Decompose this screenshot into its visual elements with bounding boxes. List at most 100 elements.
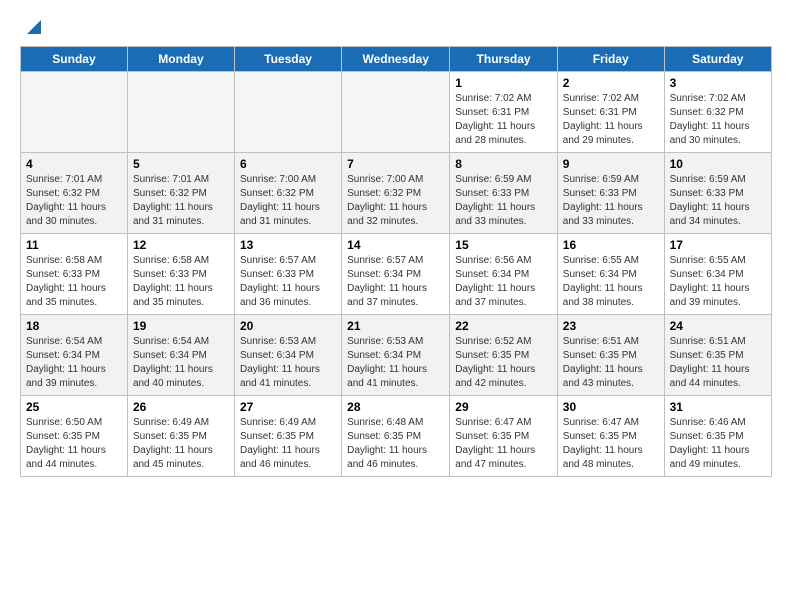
day-number: 2	[563, 76, 659, 90]
calendar-day-cell: 17Sunrise: 6:55 AM Sunset: 6:34 PM Dayli…	[664, 234, 771, 315]
calendar-week-row: 25 Sunrise: 6:50 AM Sunset: 6:35 PM Dayli…	[21, 396, 772, 477]
day-number: 22	[455, 319, 552, 333]
day-info: Sunrise: 6:55 AM Sunset: 6:34 PM Dayligh…	[563, 254, 659, 310]
day-info: Sunrise: 6:47 AM Sunset: 6:35 PM Dayligh…	[563, 416, 659, 472]
day-number: 12	[133, 238, 229, 252]
day-info: Sunrise: 7:00 AM Sunset: 6:32 PM Dayligh…	[347, 173, 444, 229]
day-info: Sunrise: 7:00 AM Sunset: 6:32 PM Dayligh…	[240, 173, 336, 229]
day-info: Sunrise: 6:48 AM Sunset: 6:35 PM Dayligh…	[347, 416, 444, 472]
calendar-day-cell: 31 Sunrise: 6:46 AM Sunset: 6:35 PM Dayli…	[664, 396, 771, 477]
day-info: Sunrise: 7:02 AM Sunset: 6:31 PM Dayligh…	[455, 92, 552, 148]
day-info: Sunrise: 6:57 AM Sunset: 6:33 PM Dayligh…	[240, 254, 336, 310]
calendar-day-cell: 16 Sunrise: 6:55 AM Sunset: 6:34 PM Dayli…	[557, 234, 664, 315]
day-number: 16	[563, 238, 659, 252]
calendar-day-cell: 29 Sunrise: 6:47 AM Sunset: 6:35 PM Dayli…	[450, 396, 558, 477]
day-info: Sunrise: 6:56 AM Sunset: 6:34 PM Dayligh…	[455, 254, 552, 310]
calendar-day-cell: 24 Sunrise: 6:51 AM Sunset: 6:35 PM Dayli…	[664, 315, 771, 396]
calendar-day-cell: 25 Sunrise: 6:50 AM Sunset: 6:35 PM Dayli…	[21, 396, 128, 477]
day-info: Sunrise: 7:02 AM Sunset: 6:31 PM Dayligh…	[563, 92, 659, 148]
day-info: Sunrise: 6:55 AM Sunset: 6:34 PM Dayligh…	[670, 254, 766, 310]
calendar-weekday-friday: Friday	[557, 47, 664, 72]
day-number: 29	[455, 400, 552, 414]
calendar-weekday-monday: Monday	[127, 47, 234, 72]
calendar-day-cell: 3 Sunrise: 7:02 AM Sunset: 6:32 PM Daylig…	[664, 72, 771, 153]
day-info: Sunrise: 7:01 AM Sunset: 6:32 PM Dayligh…	[133, 173, 229, 229]
calendar-day-cell: 15 Sunrise: 6:56 AM Sunset: 6:34 PM Dayli…	[450, 234, 558, 315]
calendar-day-cell: 9 Sunrise: 6:59 AM Sunset: 6:33 PM Daylig…	[557, 153, 664, 234]
day-info: Sunrise: 6:58 AM Sunset: 6:33 PM Dayligh…	[133, 254, 229, 310]
day-number: 13	[240, 238, 336, 252]
day-number: 15	[455, 238, 552, 252]
day-number: 10	[670, 157, 766, 171]
calendar-day-cell	[342, 72, 450, 153]
day-number: 30	[563, 400, 659, 414]
calendar-day-cell: 2 Sunrise: 7:02 AM Sunset: 6:31 PM Daylig…	[557, 72, 664, 153]
calendar-day-cell: 26 Sunrise: 6:49 AM Sunset: 6:35 PM Dayli…	[127, 396, 234, 477]
day-info: Sunrise: 6:49 AM Sunset: 6:35 PM Dayligh…	[133, 416, 229, 472]
calendar-day-cell: 7 Sunrise: 7:00 AM Sunset: 6:32 PM Daylig…	[342, 153, 450, 234]
calendar-weekday-sunday: Sunday	[21, 47, 128, 72]
day-number: 25	[26, 400, 122, 414]
calendar-weekday-wednesday: Wednesday	[342, 47, 450, 72]
day-number: 24	[670, 319, 766, 333]
day-info: Sunrise: 6:53 AM Sunset: 6:34 PM Dayligh…	[240, 335, 336, 391]
calendar-day-cell: 27 Sunrise: 6:49 AM Sunset: 6:35 PM Dayli…	[234, 396, 341, 477]
day-number: 20	[240, 319, 336, 333]
calendar-day-cell: 22 Sunrise: 6:52 AM Sunset: 6:35 PM Dayli…	[450, 315, 558, 396]
calendar-day-cell: 8Sunrise: 6:59 AM Sunset: 6:33 PM Daylig…	[450, 153, 558, 234]
day-info: Sunrise: 6:51 AM Sunset: 6:35 PM Dayligh…	[670, 335, 766, 391]
day-info: Sunrise: 6:59 AM Sunset: 6:33 PM Dayligh…	[563, 173, 659, 229]
day-info: Sunrise: 6:58 AM Sunset: 6:33 PM Dayligh…	[26, 254, 122, 310]
day-info: Sunrise: 6:49 AM Sunset: 6:35 PM Dayligh…	[240, 416, 336, 472]
calendar-day-cell: 23 Sunrise: 6:51 AM Sunset: 6:35 PM Dayli…	[557, 315, 664, 396]
calendar-table: SundayMondayTuesdayWednesdayThursdayFrid…	[20, 46, 772, 477]
calendar-day-cell: 19 Sunrise: 6:54 AM Sunset: 6:34 PM Dayli…	[127, 315, 234, 396]
calendar-body: 1Sunrise: 7:02 AM Sunset: 6:31 PM Daylig…	[21, 72, 772, 477]
calendar-day-cell: 21Sunrise: 6:53 AM Sunset: 6:34 PM Dayli…	[342, 315, 450, 396]
day-number: 19	[133, 319, 229, 333]
calendar-day-cell	[234, 72, 341, 153]
calendar-week-row: 1Sunrise: 7:02 AM Sunset: 6:31 PM Daylig…	[21, 72, 772, 153]
day-info: Sunrise: 6:59 AM Sunset: 6:33 PM Dayligh…	[670, 173, 766, 229]
calendar-day-cell: 18 Sunrise: 6:54 AM Sunset: 6:34 PM Dayli…	[21, 315, 128, 396]
day-info: Sunrise: 7:02 AM Sunset: 6:32 PM Dayligh…	[670, 92, 766, 148]
calendar-day-cell: 20 Sunrise: 6:53 AM Sunset: 6:34 PM Dayli…	[234, 315, 341, 396]
day-info: Sunrise: 7:01 AM Sunset: 6:32 PM Dayligh…	[26, 173, 122, 229]
day-info: Sunrise: 6:59 AM Sunset: 6:33 PM Dayligh…	[455, 173, 552, 229]
logo	[20, 16, 45, 38]
calendar-day-cell: 12 Sunrise: 6:58 AM Sunset: 6:33 PM Dayli…	[127, 234, 234, 315]
calendar-weekday-thursday: Thursday	[450, 47, 558, 72]
day-number: 6	[240, 157, 336, 171]
day-info: Sunrise: 6:46 AM Sunset: 6:35 PM Dayligh…	[670, 416, 766, 472]
calendar-day-cell: 11 Sunrise: 6:58 AM Sunset: 6:33 PM Dayli…	[21, 234, 128, 315]
day-number: 23	[563, 319, 659, 333]
calendar-day-cell: 28 Sunrise: 6:48 AM Sunset: 6:35 PM Dayli…	[342, 396, 450, 477]
day-info: Sunrise: 6:54 AM Sunset: 6:34 PM Dayligh…	[133, 335, 229, 391]
day-number: 7	[347, 157, 444, 171]
calendar-weekday-saturday: Saturday	[664, 47, 771, 72]
day-info: Sunrise: 6:50 AM Sunset: 6:35 PM Dayligh…	[26, 416, 122, 472]
day-number: 28	[347, 400, 444, 414]
day-info: Sunrise: 6:54 AM Sunset: 6:34 PM Dayligh…	[26, 335, 122, 391]
day-info: Sunrise: 6:52 AM Sunset: 6:35 PM Dayligh…	[455, 335, 552, 391]
calendar-day-cell: 5Sunrise: 7:01 AM Sunset: 6:32 PM Daylig…	[127, 153, 234, 234]
day-number: 3	[670, 76, 766, 90]
day-info: Sunrise: 6:51 AM Sunset: 6:35 PM Dayligh…	[563, 335, 659, 391]
calendar-weekday-tuesday: Tuesday	[234, 47, 341, 72]
day-number: 31	[670, 400, 766, 414]
day-number: 14	[347, 238, 444, 252]
day-number: 27	[240, 400, 336, 414]
day-info: Sunrise: 6:47 AM Sunset: 6:35 PM Dayligh…	[455, 416, 552, 472]
calendar-day-cell: 10 Sunrise: 6:59 AM Sunset: 6:33 PM Dayli…	[664, 153, 771, 234]
day-info: Sunrise: 6:57 AM Sunset: 6:34 PM Dayligh…	[347, 254, 444, 310]
day-info: Sunrise: 6:53 AM Sunset: 6:34 PM Dayligh…	[347, 335, 444, 391]
calendar-day-cell: 1Sunrise: 7:02 AM Sunset: 6:31 PM Daylig…	[450, 72, 558, 153]
day-number: 26	[133, 400, 229, 414]
day-number: 9	[563, 157, 659, 171]
day-number: 11	[26, 238, 122, 252]
day-number: 18	[26, 319, 122, 333]
calendar-day-cell: 4Sunrise: 7:01 AM Sunset: 6:32 PM Daylig…	[21, 153, 128, 234]
calendar-week-row: 18 Sunrise: 6:54 AM Sunset: 6:34 PM Dayli…	[21, 315, 772, 396]
calendar-day-cell: 13 Sunrise: 6:57 AM Sunset: 6:33 PM Dayli…	[234, 234, 341, 315]
calendar-day-cell: 6 Sunrise: 7:00 AM Sunset: 6:32 PM Daylig…	[234, 153, 341, 234]
